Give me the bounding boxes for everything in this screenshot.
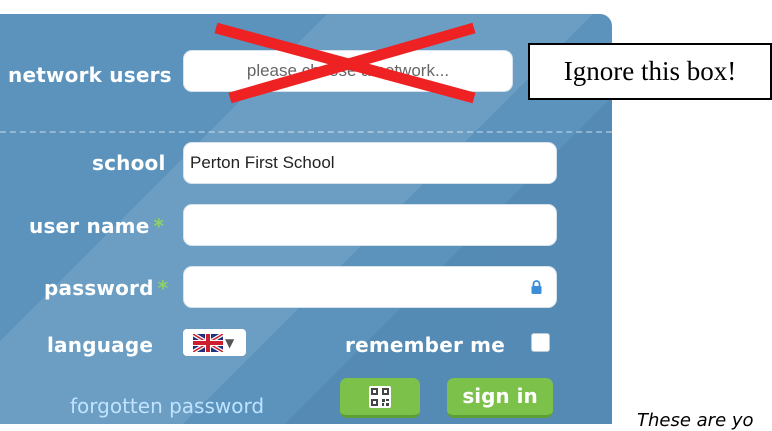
remember-me-checkbox[interactable] bbox=[531, 333, 550, 352]
red-cross-mark bbox=[214, 22, 476, 104]
language-label: language bbox=[47, 333, 154, 357]
qr-code-icon bbox=[369, 386, 391, 408]
school-field[interactable]: Perton First School bbox=[183, 142, 557, 184]
language-selector[interactable]: ▼ bbox=[183, 329, 246, 356]
chevron-down-icon: ▼ bbox=[225, 335, 235, 350]
lock-icon bbox=[531, 280, 542, 294]
forgotten-password-link[interactable]: forgotten password bbox=[70, 394, 264, 418]
ignore-note-box: Ignore this box! bbox=[528, 43, 772, 100]
remember-me-label: remember me bbox=[345, 333, 505, 357]
school-label: school bbox=[92, 151, 166, 175]
uk-flag-icon bbox=[193, 333, 223, 352]
footnote-text: These are yo bbox=[637, 410, 754, 431]
school-field-value: Perton First School bbox=[190, 153, 335, 172]
sign-in-button[interactable]: sign in bbox=[447, 378, 553, 418]
ignore-note-text: Ignore this box! bbox=[563, 56, 737, 86]
network-users-label: network users bbox=[8, 63, 172, 87]
username-label: user name bbox=[29, 214, 150, 238]
section-divider bbox=[0, 131, 612, 133]
username-field[interactable] bbox=[183, 204, 557, 246]
username-label-row: user name * bbox=[29, 214, 164, 238]
password-label: password bbox=[44, 276, 154, 300]
password-label-row: password * bbox=[44, 276, 168, 300]
required-marker: * bbox=[153, 214, 165, 238]
qr-login-button[interactable] bbox=[340, 378, 420, 418]
password-field[interactable] bbox=[183, 266, 557, 308]
required-marker: * bbox=[157, 276, 169, 300]
